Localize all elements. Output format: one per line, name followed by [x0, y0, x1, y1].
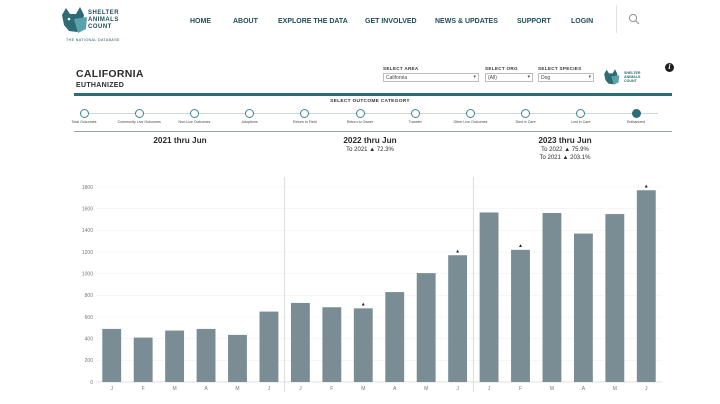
bar: [228, 334, 247, 382]
increase-marker: ▲: [455, 248, 460, 254]
x-tick-label: F: [519, 386, 522, 392]
y-tick-label: 1800: [82, 185, 93, 191]
x-tick-label: A: [393, 386, 397, 392]
y-tick-label: 800: [85, 293, 94, 299]
logo-text-line: SHELTER: [88, 10, 120, 16]
bar: [196, 328, 216, 382]
x-tick-label: J: [110, 386, 113, 392]
nav-login[interactable]: LOGIN: [571, 18, 593, 25]
x-tick-label: J: [488, 386, 491, 392]
x-tick-label: M: [173, 386, 177, 392]
bar: [479, 212, 499, 382]
bar: [416, 273, 436, 382]
x-tick-label: A: [204, 386, 208, 392]
bar: [322, 307, 342, 382]
nav-news-updates[interactable]: NEWS & UPDATES: [435, 18, 498, 25]
x-tick-label: J: [268, 386, 271, 392]
increase-marker: ▲: [361, 301, 366, 307]
y-tick-label: 400: [85, 336, 94, 342]
x-tick-label: M: [361, 386, 365, 392]
search-button[interactable]: [616, 5, 650, 33]
euthanized-bar-chart: 0 200 400 600 800 1000 1200 1400 1600 1800 J F M A M J J…: [82, 177, 662, 392]
y-tick-label: 1600: [82, 206, 93, 212]
x-tick-label: M: [424, 386, 428, 392]
search-icon: [628, 13, 640, 25]
increase-marker: ▲: [518, 243, 523, 249]
y-tick-label: 200: [85, 358, 94, 364]
y-tick-label: 1200: [82, 250, 93, 256]
x-tick-label: J: [299, 386, 302, 392]
logo-tagline: THE NATIONAL DATABASE: [66, 38, 120, 42]
bar: [353, 308, 373, 382]
shelter-animals-count-logo[interactable]: SHELTER ANIMALS COUNT THE NATIONAL DATAB…: [60, 5, 150, 45]
logo-text-line: ANIMALS: [88, 17, 119, 23]
nav-support[interactable]: SUPPORT: [517, 18, 551, 25]
bar: [511, 249, 530, 382]
y-tick-label: 0: [90, 380, 93, 386]
bar: [259, 311, 279, 382]
bar: [290, 302, 310, 382]
nav-explore-the-data[interactable]: EXPLORE THE DATA: [278, 18, 348, 25]
dashboard: CALIFORNIA EUTHANIZED SELECT AREA Califo…: [70, 58, 674, 404]
bar: [605, 214, 625, 382]
x-tick-label: M: [235, 386, 239, 392]
bar: [385, 292, 405, 382]
x-tick-label: J: [456, 386, 459, 392]
x-tick-label: F: [142, 386, 145, 392]
logo-text-line: COUNT: [88, 24, 112, 30]
bar: [573, 233, 593, 382]
dog-cat-logo-icon: [62, 7, 87, 33]
bar: [165, 330, 185, 382]
x-tick-label: F: [330, 386, 333, 392]
nav-about[interactable]: ABOUT: [233, 18, 258, 25]
increase-marker: ▲: [644, 183, 649, 189]
x-tick-label: M: [550, 386, 554, 392]
y-tick-label: 1000: [82, 271, 93, 277]
y-tick-label: 600: [85, 315, 94, 321]
nav-home[interactable]: HOME: [190, 18, 211, 25]
x-tick-label: M: [613, 386, 617, 392]
y-tick-label: 1400: [82, 228, 93, 234]
bar: [102, 328, 122, 382]
x-tick-label: J: [645, 386, 648, 392]
nav-get-involved[interactable]: GET INVOLVED: [365, 18, 417, 25]
bar: [448, 255, 468, 382]
bar: [636, 190, 656, 382]
bar: [542, 213, 562, 382]
x-tick-label: A: [582, 386, 586, 392]
site-header: SHELTER ANIMALS COUNT THE NATIONAL DATAB…: [0, 0, 720, 48]
bar: [133, 337, 153, 382]
